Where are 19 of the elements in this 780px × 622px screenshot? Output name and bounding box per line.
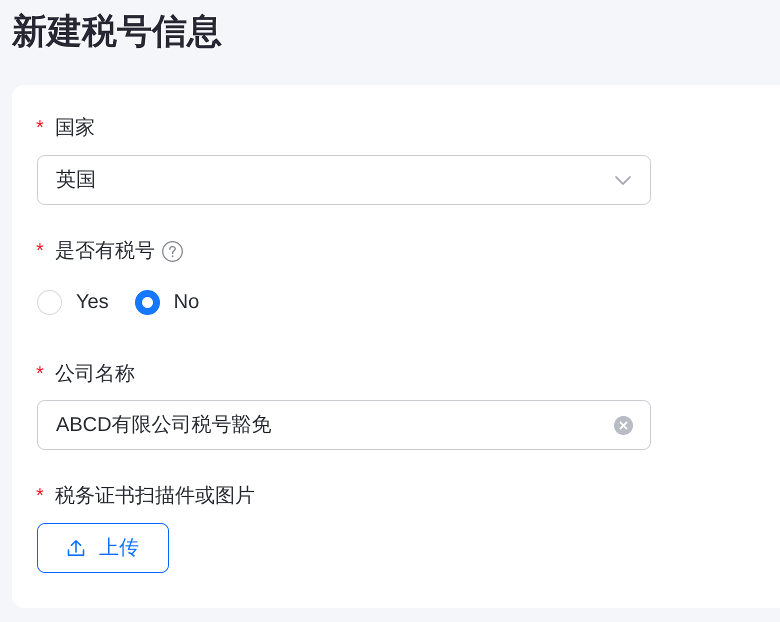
radio-label[interactable]: Yes [76, 289, 109, 315]
field-label: 公司名称 [55, 362, 135, 387]
page-title: 新建税号信息 [12, 11, 223, 53]
input-field[interactable]: ABCD有限公司税号豁免 [37, 400, 651, 450]
required-mark: * [36, 239, 45, 264]
chevron-down-icon [615, 176, 631, 184]
upload-button[interactable]: 上传 [37, 523, 169, 573]
clear-icon[interactable] [614, 416, 633, 434]
field-label: 税务证书扫描件或图片 [55, 484, 255, 509]
radio-button[interactable] [134, 290, 160, 314]
field-label: 国家 [55, 116, 95, 141]
select-field[interactable]: 英国 [37, 155, 651, 205]
required-mark: * [36, 484, 45, 509]
required-mark: * [36, 362, 45, 387]
field-label: 是否有税号 [55, 239, 155, 264]
radio-label[interactable]: No [174, 289, 200, 315]
required-mark: * [36, 116, 45, 141]
upload-icon [67, 539, 85, 557]
help-icon[interactable] [162, 240, 183, 262]
